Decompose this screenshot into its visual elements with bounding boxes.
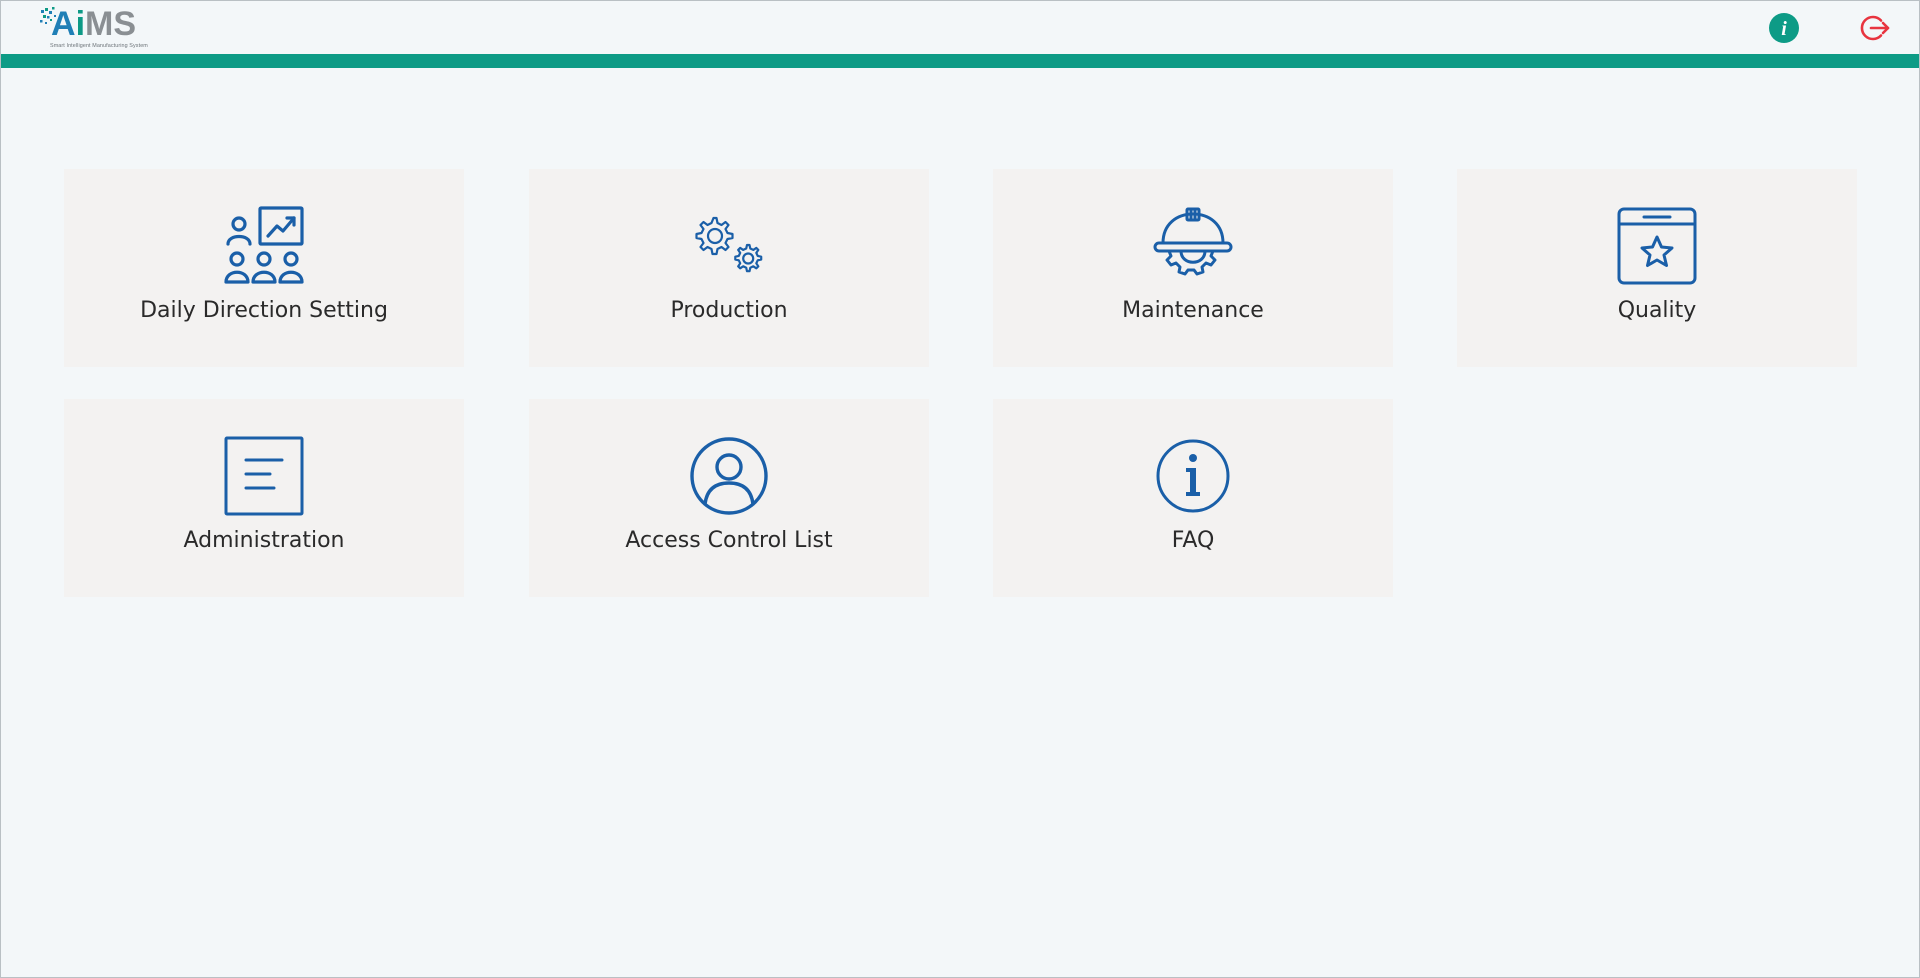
tile-label: Production <box>670 298 788 323</box>
tile-quality[interactable]: Quality <box>1457 169 1857 367</box>
tile-daily-direction-setting[interactable]: Daily Direction Setting <box>64 169 464 367</box>
logo-letter-a: A <box>51 5 76 43</box>
hardhat-icon <box>1153 207 1233 276</box>
tile-label: Maintenance <box>1122 298 1264 323</box>
tile-label: FAQ <box>1171 528 1215 553</box>
tile-administration[interactable]: Administration <box>64 399 464 597</box>
aims-logo[interactable]: AiMS Smart Intelligent Manufacturing Sys… <box>40 4 163 52</box>
logo-letter-i: i <box>75 5 86 43</box>
tile-label: Administration <box>183 528 345 553</box>
tile-label: Access Control List <box>625 528 833 553</box>
tile-access-control-list[interactable]: Access Control List <box>529 399 929 597</box>
user-circle-icon <box>690 437 768 515</box>
app-window: AiMS Smart Intelligent Manufacturing Sys… <box>0 0 1920 978</box>
tile-label: Daily Direction Setting <box>140 298 388 323</box>
info-icon: i <box>1769 13 1799 43</box>
document-icon <box>224 436 304 516</box>
logout-icon <box>1860 15 1890 41</box>
header-accent-bar <box>1 54 1919 68</box>
tile-faq[interactable]: FAQ <box>993 399 1393 597</box>
header: AiMS Smart Intelligent Manufacturing Sys… <box>1 1 1919 54</box>
info-circle-icon <box>1156 439 1230 513</box>
logo-wordmark: AiMS <box>51 4 136 44</box>
team-chart-icon <box>224 206 304 284</box>
logout-button[interactable] <box>1859 12 1891 44</box>
window-star-icon <box>1617 207 1697 285</box>
logo-letters-ms: MS <box>85 5 137 43</box>
logo-tagline: Smart Intelligent Manufacturing System <box>50 43 148 49</box>
gears-icon <box>695 216 763 273</box>
tile-label: Quality <box>1617 298 1697 323</box>
tile-maintenance[interactable]: Maintenance <box>993 169 1393 367</box>
info-button[interactable]: i <box>1768 12 1800 44</box>
svg-text:i: i <box>1781 18 1787 40</box>
tile-production[interactable]: Production <box>529 169 929 367</box>
